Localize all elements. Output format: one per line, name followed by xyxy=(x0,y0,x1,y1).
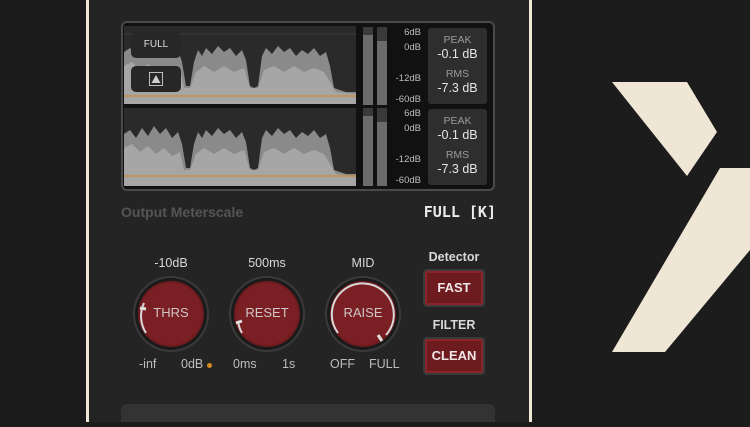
scale-label: -60dB xyxy=(395,94,421,105)
scale-label: 6dB xyxy=(404,27,421,38)
thrs-value: -10dB xyxy=(154,256,188,270)
raise-knob[interactable]: RAISE xyxy=(324,275,402,353)
filter-label: FILTER xyxy=(432,318,476,332)
level-bar-left-1 xyxy=(363,27,373,105)
waveform-channel-2 xyxy=(124,108,356,186)
raise-value: MID xyxy=(351,256,375,270)
thrs-max-label: 0dB xyxy=(181,357,204,371)
filter-button[interactable]: CLEAN xyxy=(423,337,485,375)
brand-logo-icon xyxy=(612,82,750,352)
scale-label: -12dB xyxy=(395,73,421,84)
raise-min-label: OFF xyxy=(330,357,355,371)
rms-value: -7.3 dB xyxy=(437,81,478,95)
detector-button[interactable]: FAST xyxy=(423,269,485,307)
reset-value: 500ms xyxy=(248,256,286,270)
brand-area xyxy=(532,0,750,422)
output-meterscale-selector[interactable]: FULL [K] xyxy=(410,203,496,221)
detector-label: Detector xyxy=(428,250,480,264)
peak-title: PEAK xyxy=(443,34,472,46)
reset-max-label: 1s xyxy=(282,357,296,371)
scale-label: 0dB xyxy=(404,123,421,134)
scale-label: -60dB xyxy=(395,175,421,186)
raise-max-label: FULL xyxy=(369,357,400,371)
reset-knob[interactable]: RESET xyxy=(228,275,306,353)
rms-value: -7.3 dB xyxy=(437,162,478,176)
peak-value: -0.1 dB xyxy=(437,47,478,61)
rms-title: RMS xyxy=(445,149,470,161)
level-readout-1: PEAK -0.1 dB RMS -7.3 dB xyxy=(428,28,487,104)
raise-label: RAISE xyxy=(343,305,383,320)
view-collapse-button[interactable] xyxy=(131,66,181,92)
peak-title: PEAK xyxy=(443,115,472,127)
level-bar-left-2 xyxy=(363,108,373,186)
triangle-up-icon xyxy=(149,72,163,86)
peak-value: -0.1 dB xyxy=(437,128,478,142)
thrs-knob[interactable]: THRS xyxy=(132,275,210,353)
thrs-label: THRS xyxy=(153,305,189,320)
view-full-button[interactable]: FULL xyxy=(131,32,181,58)
output-meterscale-label: Output Meterscale xyxy=(121,204,244,220)
rms-title: RMS xyxy=(445,68,470,80)
reset-label: RESET xyxy=(245,305,289,320)
view-full-label: FULL xyxy=(143,39,169,50)
scale-label: 0dB xyxy=(404,42,421,53)
reset-min-label: 0ms xyxy=(233,357,257,371)
indicator-dot xyxy=(207,363,212,368)
level-readout-2: PEAK -0.1 dB RMS -7.3 dB xyxy=(428,109,487,185)
left-margin xyxy=(0,0,86,422)
thrs-min-label: -inf xyxy=(139,357,157,371)
bottom-panel xyxy=(121,404,495,422)
scale-label: -12dB xyxy=(395,154,421,165)
scale-label: 6dB xyxy=(404,108,421,119)
